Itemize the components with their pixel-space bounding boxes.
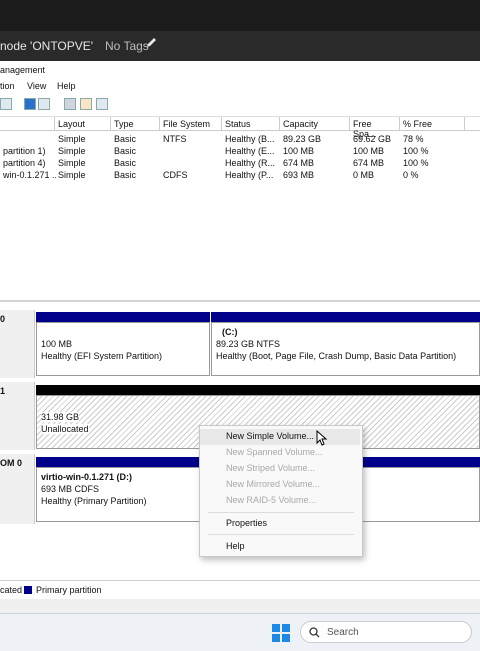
show-hide-tree-icon[interactable]	[0, 98, 12, 110]
search-placeholder: Search	[327, 627, 359, 638]
edit-pencil-icon[interactable]	[146, 37, 157, 48]
legend-unallocated: cated	[0, 585, 23, 595]
menu-item-label: Properties	[226, 518, 268, 528]
cell-layout: Simple	[58, 170, 86, 180]
col-header-filesystem[interactable]: File System	[160, 117, 222, 131]
c-partition[interactable]: (C:) 89.23 GB NTFS Healthy (Boot, Page F…	[211, 322, 480, 376]
menu-properties[interactable]: Properties	[200, 516, 360, 532]
menu-new-simple-volume[interactable]: New Simple Volume...	[200, 429, 360, 445]
cell-type: Basic	[114, 170, 137, 180]
disk0-number: 0	[0, 314, 6, 324]
menu-item-label: New RAID-5 Volume...	[226, 495, 317, 505]
cell-fs: CDFS	[163, 170, 188, 180]
menu-item-label: New Mirrored Volume...	[226, 479, 321, 489]
col-header-extra	[465, 117, 480, 131]
menu-item-label: Help	[226, 541, 245, 551]
col-header-type[interactable]: Type	[111, 117, 160, 131]
app-title-bar: anagement	[0, 61, 480, 78]
cdrom-name: virtio-win-0.1.271 (D:)	[41, 472, 133, 482]
col-header-status[interactable]: Status	[222, 117, 280, 131]
help-icon[interactable]	[24, 98, 36, 110]
cdrom-size: 693 MB CDFS	[41, 484, 100, 494]
menu-view[interactable]: View	[27, 81, 46, 91]
cell-pct: 0 %	[403, 170, 419, 180]
menu-new-spanned-volume: New Spanned Volume...	[200, 445, 360, 461]
legend-primary-swatch	[24, 586, 32, 594]
c-size: 89.23 GB NTFS	[216, 339, 281, 349]
top-dark-bar	[0, 0, 480, 31]
cell-capacity: 693 MB	[283, 170, 315, 180]
disk0-p1-bar	[36, 312, 210, 322]
check-icon[interactable]	[80, 98, 92, 110]
disk1-unallocated-bar	[36, 385, 480, 395]
col-header-capacity[interactable]: Capacity	[280, 117, 350, 131]
menu-action[interactable]: tion	[0, 81, 15, 91]
menu-new-raid5-volume: New RAID-5 Volume...	[200, 493, 360, 509]
tags-label: No Tags	[105, 39, 149, 53]
legend-primary: Primary partition	[36, 585, 102, 595]
c-name: (C:)	[222, 327, 238, 337]
connect-icon[interactable]	[64, 98, 76, 110]
cdrom-label[interactable]: OM 0	[0, 454, 35, 524]
menu-new-striped-volume: New Striped Volume...	[200, 461, 360, 477]
menu-separator	[208, 534, 354, 535]
legend-bar: cated Primary partition	[0, 580, 480, 599]
list-view-icon[interactable]	[96, 98, 108, 110]
proxmox-header: node 'ONTOPVE' No Tags	[0, 31, 480, 61]
mouse-cursor-icon	[316, 430, 328, 446]
taskbar: Search	[0, 613, 480, 651]
cell-free: 0 MB	[353, 170, 375, 180]
efi-status: Healthy (EFI System Partition)	[41, 351, 163, 361]
col-header-volume[interactable]	[0, 117, 55, 131]
col-header-free[interactable]: Free Spa...	[350, 117, 400, 139]
disk1-label[interactable]: 1	[0, 382, 35, 450]
cdrom-status: Healthy (Primary Partition)	[41, 496, 147, 506]
disk1-number: 1	[0, 386, 6, 396]
unallocated-size: 31.98 GB	[41, 412, 80, 422]
menu-item-label: New Simple Volume...	[226, 431, 315, 441]
col-header-layout[interactable]: Layout	[55, 117, 111, 131]
search-icon	[309, 627, 320, 638]
menu-item-label: New Striped Volume...	[226, 463, 316, 473]
app-title: anagement	[0, 65, 46, 75]
cell-status: Healthy (P...	[225, 170, 274, 180]
toolbar	[0, 94, 480, 117]
menu-help[interactable]: Help	[200, 539, 360, 555]
menu-help[interactable]: Help	[57, 81, 76, 91]
menu-bar: tion View Help	[0, 78, 480, 94]
disk0-p2-bar	[211, 312, 480, 322]
cell-volume: win-0.1.271 ...	[3, 170, 56, 180]
efi-partition[interactable]: 100 MB Healthy (EFI System Partition)	[36, 322, 210, 376]
node-title: node 'ONTOPVE'	[0, 39, 94, 53]
windows-start-icon[interactable]	[272, 624, 290, 642]
volume-list: Layout Type File System Status Capacity …	[0, 117, 480, 300]
efi-size: 100 MB	[41, 339, 73, 349]
c-status: Healthy (Boot, Page File, Crash Dump, Ba…	[216, 351, 457, 361]
properties-icon[interactable]	[38, 98, 50, 110]
unallocated-status: Unallocated	[41, 424, 89, 434]
context-menu: New Simple Volume... New Spanned Volume.…	[199, 425, 363, 557]
menu-new-mirrored-volume: New Mirrored Volume...	[200, 477, 360, 493]
taskbar-search[interactable]: Search	[300, 621, 472, 643]
menu-item-label: New Spanned Volume...	[226, 447, 323, 457]
col-header-pct-free[interactable]: % Free	[400, 117, 465, 131]
cdrom-number: OM 0	[0, 458, 23, 468]
disk0-label[interactable]: 0	[0, 310, 35, 378]
menu-separator	[208, 512, 354, 513]
